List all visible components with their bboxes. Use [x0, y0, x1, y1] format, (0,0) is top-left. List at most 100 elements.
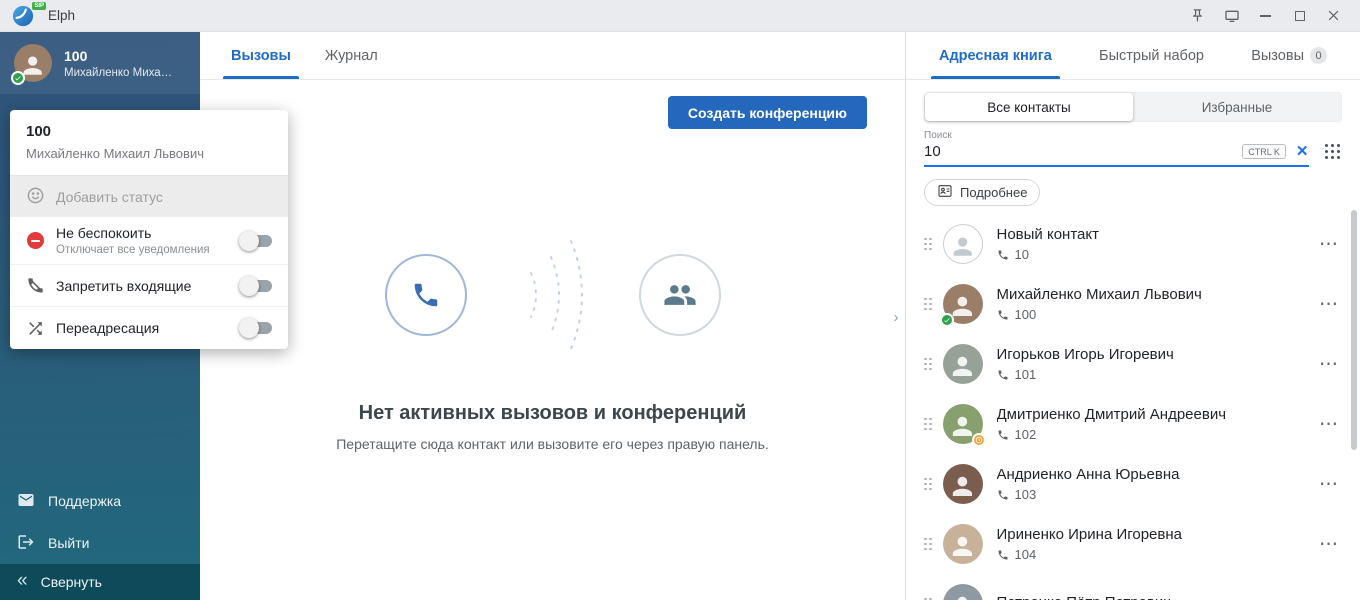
- minimize-button[interactable]: [1255, 5, 1276, 26]
- contact-row[interactable]: Новый контакт 10 ⋯: [924, 214, 1342, 274]
- close-button[interactable]: [1323, 5, 1344, 26]
- phone-blocked-icon: [26, 276, 45, 295]
- contact-info: Ириненко Ирина Игоревна 104: [997, 526, 1317, 562]
- compact-mode-icon[interactable]: [1221, 5, 1242, 26]
- status-away-icon: [972, 433, 986, 447]
- contact-row[interactable]: Михайленко Михаил Львович 100 ⋯: [924, 274, 1342, 334]
- drag-handle-icon[interactable]: [924, 478, 932, 491]
- empty-state-illustration: [200, 225, 905, 365]
- logout-icon: [17, 533, 35, 554]
- drag-handle-icon[interactable]: [924, 298, 932, 311]
- sidebar-item-logout[interactable]: Выйти: [0, 522, 200, 564]
- status-popup: 100 Михайленко Михаил Львович Добавить с…: [10, 110, 288, 349]
- block-incoming-toggle[interactable]: [242, 280, 272, 292]
- main-tabs: Вызовы Журнал: [200, 32, 905, 80]
- dnd-sublabel: Отключает все уведомления: [56, 244, 210, 256]
- tab-speed-dial-label: Быстрый набор: [1099, 48, 1204, 64]
- contact-menu-button[interactable]: ⋯: [1316, 473, 1342, 496]
- contact-avatar: [943, 464, 983, 504]
- create-conference-button[interactable]: Создать конференцию: [668, 96, 867, 129]
- tab-calls-label: Вызовы: [231, 48, 291, 64]
- contact-name: Игорьков Игорь Игоревич: [997, 346, 1317, 363]
- block-label: Запретить входящие: [56, 278, 191, 294]
- phone-icon: [997, 309, 1009, 321]
- user-name: Михайленко Михаил Львович: [64, 67, 176, 79]
- sound-waves-icon: [513, 225, 593, 365]
- contact-menu-button[interactable]: ⋯: [1316, 593, 1342, 600]
- contact-row[interactable]: Петренко Пётр Петрович ⋯: [924, 574, 1342, 600]
- app-title: Elph: [48, 8, 75, 23]
- add-status-label: Добавить статус: [56, 189, 163, 205]
- drag-handle-icon[interactable]: [924, 358, 932, 371]
- forwarding-label: Переадресация: [56, 320, 159, 336]
- user-profile-button[interactable]: 100 Михайленко Михаил Львович: [0, 32, 200, 94]
- contact-menu-button[interactable]: ⋯: [1316, 413, 1342, 436]
- contact-avatar: [943, 524, 983, 564]
- pin-icon[interactable]: [1187, 5, 1208, 26]
- contact-row[interactable]: Игорьков Игорь Игоревич 101 ⋯: [924, 334, 1342, 394]
- drag-handle-icon[interactable]: [924, 418, 932, 431]
- tab-journal-label: Журнал: [325, 48, 378, 64]
- tab-journal[interactable]: Журнал: [308, 32, 395, 79]
- add-status-button[interactable]: Добавить статус: [10, 175, 288, 217]
- drag-handle-icon[interactable]: [924, 538, 932, 551]
- scrollbar-thumb[interactable]: [1351, 210, 1357, 450]
- contact-name: Михайленко Михаил Львович: [997, 286, 1317, 303]
- tab-speed-dial[interactable]: Быстрый набор: [1082, 32, 1221, 79]
- tab-calls-right-label: Вызовы: [1251, 48, 1304, 64]
- contact-row[interactable]: Андриенко Анна Юрьевна 103 ⋯: [924, 454, 1342, 514]
- forwarding-toggle[interactable]: [242, 322, 272, 334]
- sidebar-item-support[interactable]: Поддержка: [0, 480, 200, 522]
- dnd-toggle[interactable]: [242, 235, 272, 247]
- contact-menu-button[interactable]: ⋯: [1316, 293, 1342, 316]
- mail-icon: [17, 491, 35, 512]
- user-number: 100: [64, 48, 176, 64]
- contact-card-icon: [937, 183, 953, 202]
- tab-calls-right[interactable]: Вызовы 0: [1234, 32, 1344, 79]
- sidebar-collapse-button[interactable]: « Свернуть: [0, 564, 200, 600]
- phone-icon: [997, 489, 1009, 501]
- phone-icon: [997, 369, 1009, 381]
- maximize-button[interactable]: [1289, 5, 1310, 26]
- avatar-placeholder-icon: [943, 224, 983, 264]
- panel-collapse-chevron-icon[interactable]: ›: [889, 304, 903, 330]
- contact-avatar: [943, 344, 983, 384]
- contact-info: Михайленко Михаил Львович 100: [997, 286, 1317, 322]
- titlebar: SIP Elph: [0, 0, 1360, 32]
- segment-all-contacts[interactable]: Все контакты: [925, 93, 1133, 121]
- app-window: SIP Elph 100: [0, 0, 1360, 600]
- contact-info: Андриенко Анна Юрьевна 103: [997, 466, 1317, 502]
- contact-name: Дмитриенко Дмитрий Андреевич: [997, 406, 1317, 423]
- forwarding-row[interactable]: Переадресация: [10, 307, 288, 349]
- contact-menu-button[interactable]: ⋯: [1316, 353, 1342, 376]
- empty-state-title: Нет активных вызовов и конференций: [200, 402, 905, 425]
- group-circle-icon: [639, 254, 721, 336]
- details-button[interactable]: Подробнее: [924, 179, 1040, 206]
- search-input[interactable]: Поиск 10 CTRL K ✕: [924, 130, 1309, 167]
- contacts-panel-tabs: Адресная книга Быстрый набор Вызовы 0: [906, 32, 1360, 80]
- contact-row[interactable]: Дмитриенко Дмитрий Андреевич 102 ⋯: [924, 394, 1342, 454]
- tab-address-book[interactable]: Адресная книга: [922, 32, 1069, 79]
- contact-number: 100: [997, 307, 1317, 322]
- contact-info: Петренко Пётр Петрович: [997, 594, 1317, 600]
- phone-icon: [997, 549, 1009, 561]
- segment-favorites[interactable]: Избранные: [1133, 93, 1341, 121]
- dialpad-icon[interactable]: [1325, 144, 1341, 160]
- collapse-label: Свернуть: [41, 574, 102, 590]
- user-meta: 100 Михайленко Михаил Львович: [64, 48, 176, 79]
- contact-menu-button[interactable]: ⋯: [1316, 233, 1342, 256]
- contact-list: Новый контакт 10 ⋯: [924, 214, 1342, 600]
- drag-handle-icon[interactable]: [924, 238, 932, 251]
- smiley-icon: [26, 186, 45, 208]
- contact-number: 104: [997, 547, 1317, 562]
- block-incoming-row[interactable]: Запретить входящие: [10, 265, 288, 307]
- contact-number: 101: [997, 367, 1317, 382]
- contact-row[interactable]: Ириненко Ирина Игоревна 104 ⋯: [924, 514, 1342, 574]
- tab-calls[interactable]: Вызовы: [214, 32, 308, 79]
- contact-avatar: [943, 584, 983, 600]
- clear-search-icon[interactable]: ✕: [1296, 144, 1309, 159]
- contact-menu-button[interactable]: ⋯: [1316, 533, 1342, 556]
- phone-icon: [997, 429, 1009, 441]
- search-value[interactable]: 10: [924, 143, 1242, 160]
- dnd-row[interactable]: Не беспокоить Отключает все уведомления: [10, 217, 288, 265]
